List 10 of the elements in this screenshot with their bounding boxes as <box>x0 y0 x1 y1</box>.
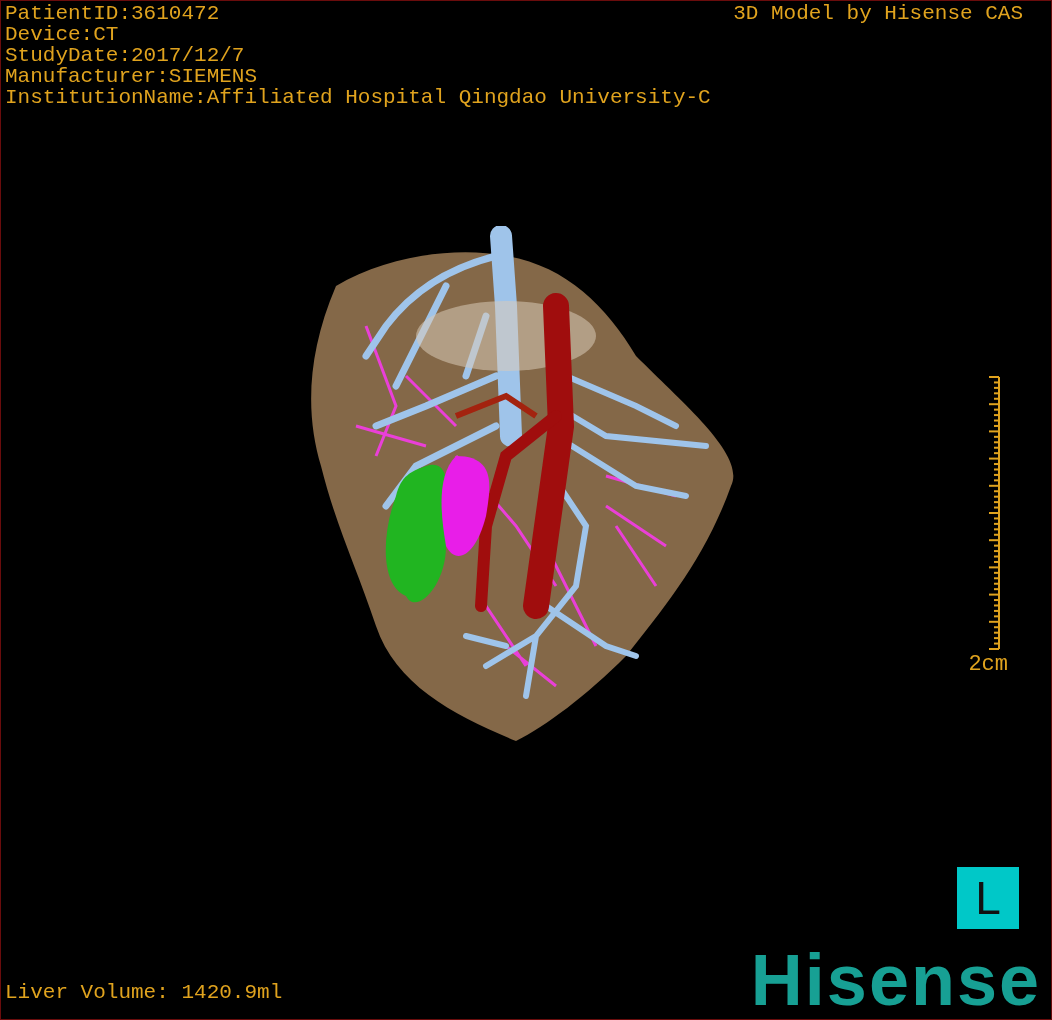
info-text: StudyDate:2017/12/7 <box>5 45 246 66</box>
scale-label: 2cm <box>968 654 1008 676</box>
info-text: Device:CT <box>5 24 120 45</box>
brand-logo: Hisense <box>750 947 1041 1013</box>
orientation-marker: L <box>957 867 1019 929</box>
info-text: InstitutionName:Affiliated Hospital Qingdao University-C <box>5 87 711 108</box>
model-credit: 3D Model by Hisense CAS <box>733 3 1023 27</box>
info-text: Manufacturer:SIEMENS <box>5 66 259 87</box>
liver-volume-text: Liver Volume: 1420.9ml <box>5 982 283 1004</box>
info-text: PatientID:3610472 <box>5 3 221 24</box>
